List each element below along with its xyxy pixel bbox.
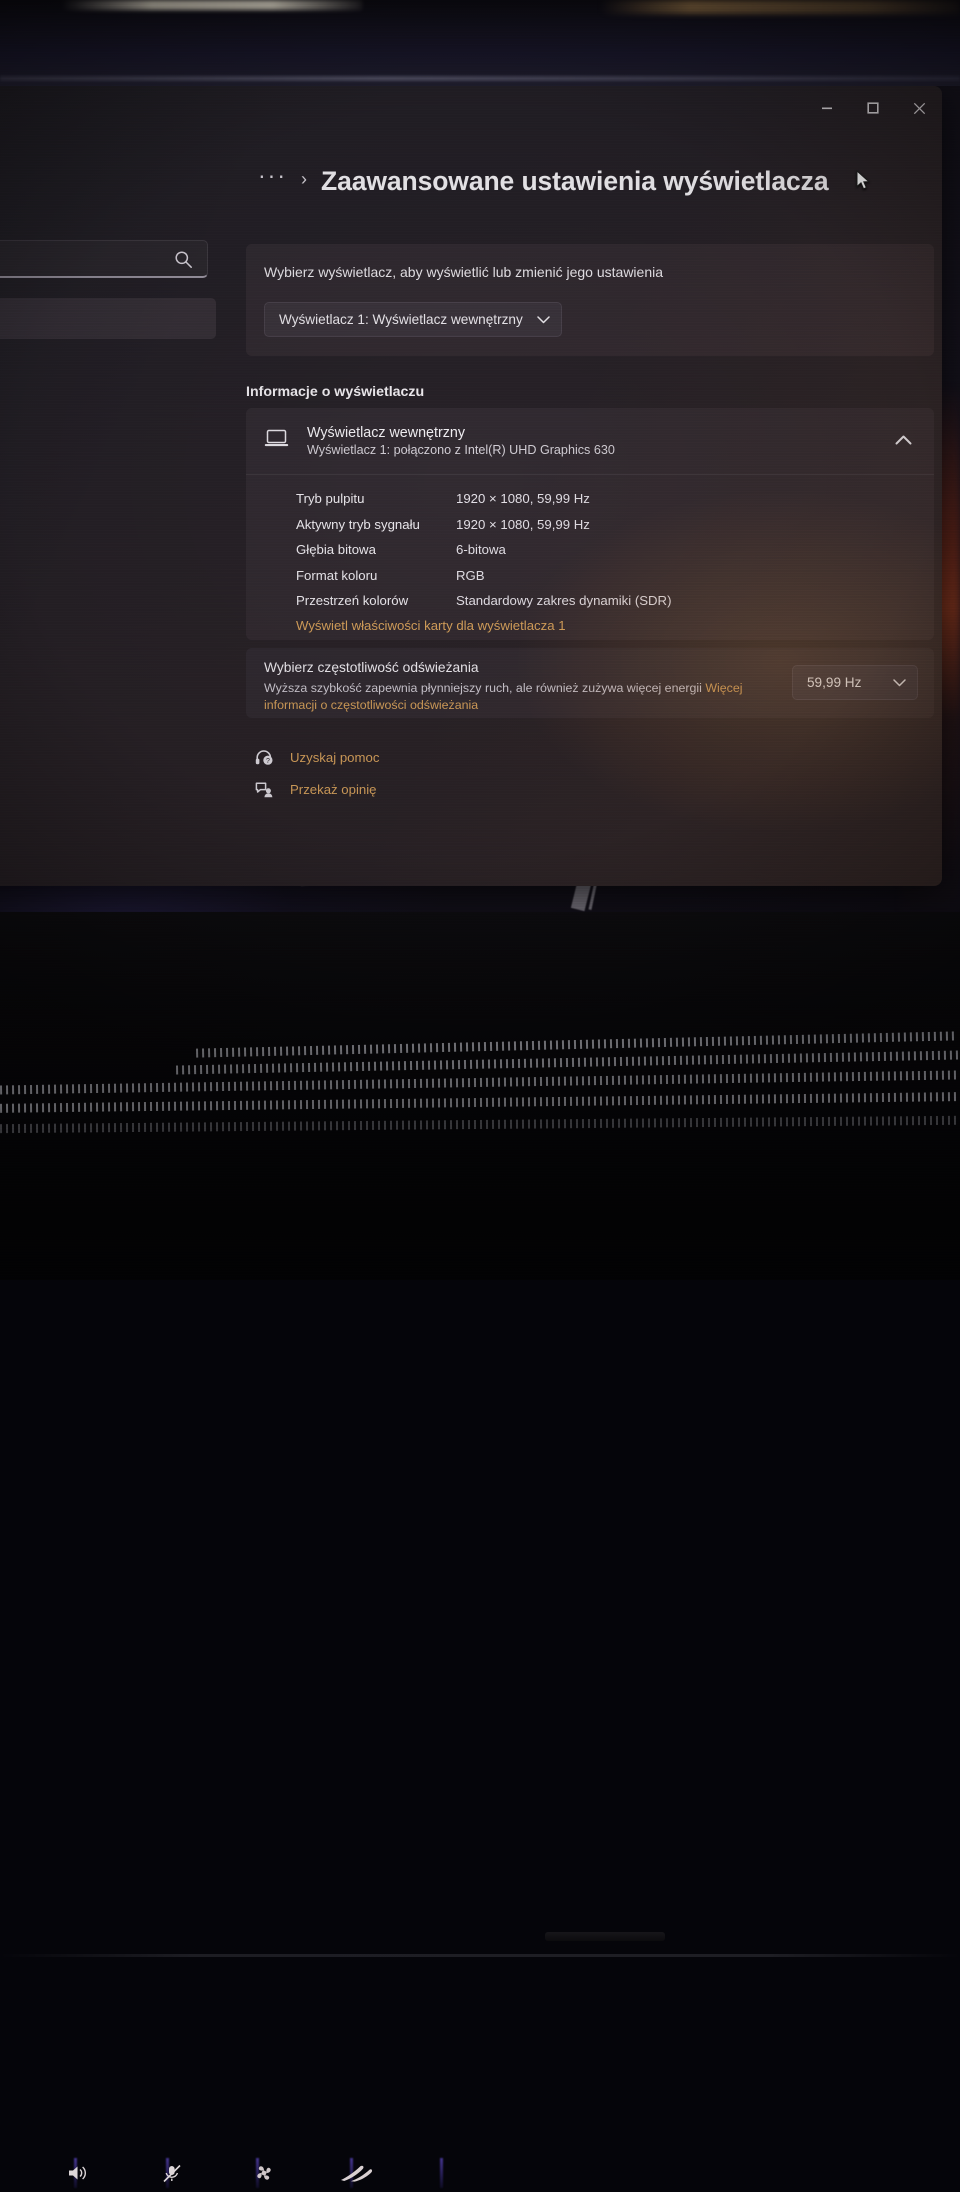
- hinge-label: [545, 1932, 665, 1941]
- display-select-dropdown[interactable]: Wyświetlacz 1: Wyświetlacz wewnętrzny: [264, 302, 562, 337]
- row-value: 1920 × 1080, 59,99 Hz: [456, 491, 590, 507]
- divider: [246, 474, 934, 475]
- sidebar-item-network[interactable]: Sieć i Internet: [0, 380, 216, 421]
- minimize-icon: [822, 107, 832, 110]
- select-display-label: Wybierz wyświetlacz, aby wyświetlić lub …: [264, 264, 664, 280]
- laptop-body: [0, 912, 960, 2188]
- sidebar-item-accounts[interactable]: Konta: [0, 503, 216, 544]
- display-info-title: Wyświetlacz wewnętrzny: [307, 425, 465, 441]
- sidebar-item-accessibility[interactable]: Ułatwienia dostępu: [0, 626, 216, 667]
- page-title: Zaawansowane ustawienia wyświetlacza: [320, 166, 829, 196]
- select-display-card: Wybierz wyświetlacz, aby wyświetlić lub …: [246, 244, 934, 356]
- display-info-card: Wyświetlacz wewnętrzny Wyświetlacz 1: po…: [246, 408, 934, 640]
- screen-top-bezel: [0, 0, 960, 86]
- sidebar-item-apps[interactable]: Aplikacje: [0, 462, 216, 503]
- caption-buttons: [804, 86, 942, 130]
- footer-links: ? Uzyskaj pomoc Przekaż opinię: [246, 742, 379, 806]
- give-feedback-link[interactable]: Przekaż opinię: [246, 774, 379, 805]
- minimize-button[interactable]: [804, 86, 850, 130]
- row-key: Przestrzeń kolorów: [296, 593, 409, 609]
- laptop-display-icon: [264, 429, 289, 453]
- display-info-subtitle: Wyświetlacz 1: połączono z Intel(R) UHD …: [307, 443, 615, 457]
- table-row: Format koloru RGB: [296, 563, 916, 589]
- row-value: 6-bitowa: [456, 542, 506, 558]
- display-select-value: Wyświetlacz 1: Wyświetlacz wewnętrzny: [279, 312, 523, 327]
- search-icon: [174, 250, 193, 274]
- bezel-reflection: [62, 0, 362, 10]
- vent-grille: [0, 1115, 960, 1134]
- sidebar-nav: System Bluetooth i urządzenia Sieć i Int…: [0, 298, 216, 749]
- svg-text:?: ?: [265, 758, 269, 765]
- table-row: Głębia bitowa 6-bitowa: [296, 537, 916, 563]
- sidebar-item-windows-update[interactable]: Windows Update: [0, 708, 216, 749]
- row-key: Głębia bitowa: [296, 542, 376, 558]
- key-backlight: [440, 2158, 443, 2188]
- row-value: Standardowy zakres dynamiki (SDR): [456, 593, 672, 609]
- mic-mute-key[interactable]: [144, 2156, 200, 2190]
- close-button[interactable]: [896, 86, 942, 130]
- close-icon: [913, 102, 925, 114]
- maximize-button[interactable]: [850, 86, 896, 130]
- sidebar: Artem Chernetskyi frazierraizer@gmail.co…: [0, 130, 228, 886]
- sidebar-item-gaming[interactable]: Granie: [0, 585, 216, 626]
- breadcrumb-separator-icon: ›: [300, 169, 307, 189]
- speaker-key[interactable]: [50, 2156, 106, 2190]
- vent-grille: [0, 1092, 960, 1113]
- table-row: Przestrzeń kolorów Standardowy zakres dy…: [296, 588, 916, 614]
- breadcrumb: ··· › Zaawansowane ustawienia wyświetlac…: [258, 164, 829, 197]
- adapter-properties-link[interactable]: Wyświetl właściwości karty dla wyświetla…: [296, 618, 566, 633]
- chevron-down-icon: [893, 675, 906, 690]
- sidebar-item-time-language[interactable]: Czas i język: [0, 544, 216, 585]
- refresh-rate-title: Wybierz częstotliwość odświeżania: [264, 660, 479, 675]
- row-key: Tryb pulpitu: [296, 491, 365, 507]
- breadcrumb-overflow-button[interactable]: ···: [258, 164, 287, 187]
- display-info-header[interactable]: Wyświetlacz wewnętrzny Wyświetlacz 1: po…: [246, 408, 934, 474]
- vent-grille: [0, 1070, 960, 1095]
- rog-logo-key[interactable]: [328, 2156, 384, 2190]
- settings-window: Ustawienia: [0, 86, 942, 886]
- give-feedback-label: Przekaż opinię: [290, 782, 377, 797]
- sidebar-item-bluetooth[interactable]: Bluetooth i urządzenia: [0, 339, 216, 380]
- sidebar-item-personalization[interactable]: Personalizacja: [0, 421, 216, 462]
- deck-seam: [0, 1954, 960, 1957]
- bezel-reflection: [0, 76, 960, 81]
- refresh-rate-description-text: Wyższa szybkość zapewnia płynniejszy ruc…: [264, 681, 706, 695]
- row-value: RGB: [456, 567, 485, 583]
- chevron-down-icon: [537, 312, 550, 327]
- table-row: Aktywny tryb sygnału 1920 × 1080, 59,99 …: [296, 512, 916, 538]
- refresh-rate-value: 59,99 Hz: [807, 675, 862, 690]
- bezel-reflection: [600, 0, 960, 14]
- refresh-rate-description: Wyższa szybkość zapewnia płynniejszy ruc…: [264, 680, 774, 714]
- search-input[interactable]: Znajdź ustawienie: [0, 240, 208, 278]
- refresh-rate-card: Wybierz częstotliwość odświeżania Wyższa…: [246, 648, 934, 718]
- get-help-link[interactable]: ? Uzyskaj pomoc: [246, 742, 379, 773]
- get-help-label: Uzyskaj pomoc: [290, 750, 380, 765]
- row-value: 1920 × 1080, 59,99 Hz: [456, 516, 590, 532]
- display-info-heading: Informacje o wyświetlaczu: [246, 384, 425, 400]
- title-bar: Ustawienia: [0, 86, 942, 130]
- sidebar-item-privacy[interactable]: Prywatność i zabezpieczenia: [0, 667, 216, 708]
- help-headset-icon: ?: [246, 749, 282, 766]
- maximize-icon: [867, 102, 879, 114]
- feedback-icon: [246, 781, 282, 798]
- refresh-rate-dropdown[interactable]: 59,99 Hz: [792, 665, 918, 700]
- chevron-up-icon[interactable]: [895, 432, 912, 450]
- display-info-table: Tryb pulpitu 1920 × 1080, 59,99 Hz Aktyw…: [296, 486, 916, 614]
- sidebar-item-system[interactable]: System: [0, 298, 216, 339]
- row-key: Aktywny tryb sygnału: [296, 516, 420, 532]
- fan-key[interactable]: [236, 2156, 292, 2190]
- photo-scene: Ustawienia: [0, 0, 960, 2188]
- row-key: Format koloru: [296, 567, 378, 583]
- main-content: ··· › Zaawansowane ustawienia wyświetlac…: [244, 130, 942, 886]
- function-key-row: [0, 2156, 960, 2192]
- table-row: Tryb pulpitu 1920 × 1080, 59,99 Hz: [296, 486, 916, 512]
